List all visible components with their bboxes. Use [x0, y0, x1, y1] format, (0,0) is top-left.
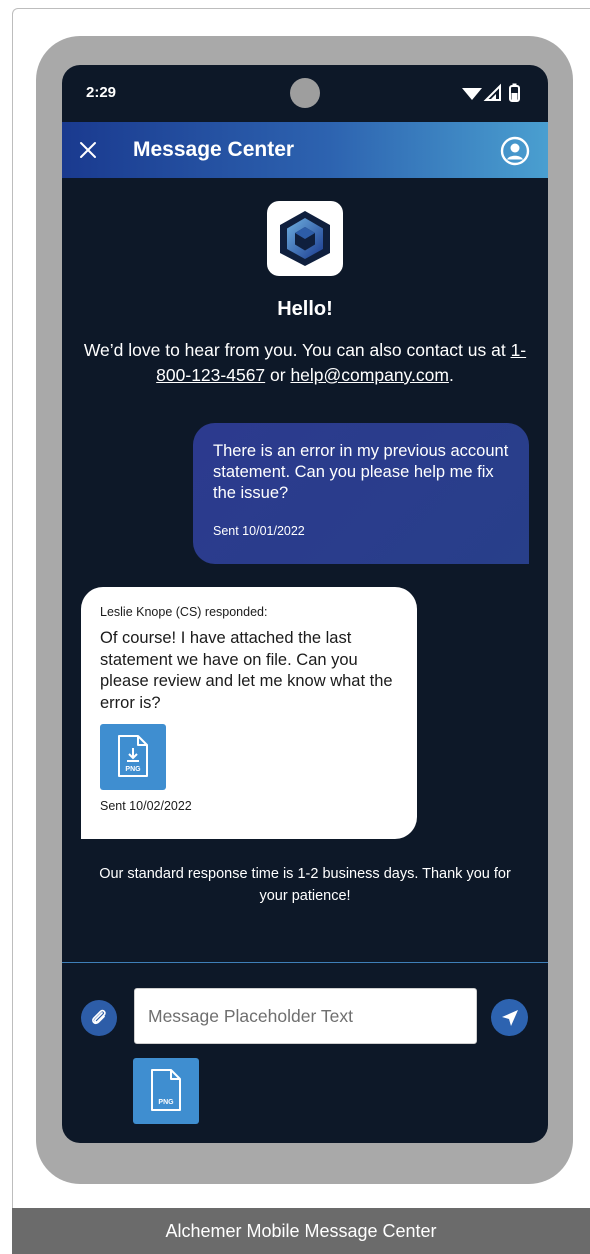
response-time-note: Our standard response time is 1-2 busine…: [99, 866, 511, 904]
welcome-title: Hello!: [277, 298, 333, 320]
intro-suffix: .: [448, 365, 454, 385]
png-download-icon: PNG: [118, 735, 148, 777]
outgoing-message-bubble: There is an error in my previous account…: [193, 423, 529, 564]
png-attachment[interactable]: PNG: [100, 724, 166, 790]
pending-png-attachment[interactable]: PNG: [133, 1058, 199, 1124]
hexagon-logo-icon: [280, 211, 330, 266]
phone-screen: 2:29 Message Center Hello! We’d love to …: [62, 65, 548, 1143]
close-icon[interactable]: [78, 137, 98, 161]
signal-icon: [483, 83, 501, 101]
outgoing-message-timestamp: Sent 10/01/2022: [213, 524, 305, 538]
status-bar: 2:29: [62, 65, 548, 122]
battery-icon: [509, 83, 520, 102]
intro-prefix: We’d love to hear from you. You can also…: [83, 340, 511, 360]
incoming-message-bubble: Leslie Knope (CS) responded: Of course! …: [81, 587, 417, 839]
status-icons: [462, 83, 520, 102]
camera-cutout: [290, 78, 320, 108]
outgoing-message-text: There is an error in my previous account…: [213, 442, 509, 502]
png-file-icon: PNG: [151, 1069, 181, 1111]
send-icon: [502, 1010, 518, 1026]
pending-attachment-type-label: PNG: [158, 1099, 174, 1106]
wifi-icon: [462, 88, 482, 100]
attach-button[interactable]: [81, 1000, 117, 1036]
send-button[interactable]: [491, 999, 528, 1036]
welcome-intro: We’d love to hear from you. You can also…: [82, 338, 528, 388]
paperclip-icon: [92, 1009, 106, 1025]
app-header: Message Center: [62, 122, 548, 178]
header-title: Message Center: [133, 138, 295, 161]
email-link[interactable]: help@company.com: [290, 365, 448, 385]
company-logo: [267, 201, 343, 276]
profile-icon[interactable]: [500, 136, 530, 166]
incoming-message-text: Of course! I have attached the last stat…: [100, 629, 393, 712]
status-time: 2:29: [86, 84, 117, 101]
message-author: Leslie Knope (CS) responded:: [100, 605, 268, 619]
incoming-message-timestamp: Sent 10/02/2022: [100, 799, 192, 813]
message-input[interactable]: [134, 988, 477, 1044]
composer-divider: [62, 962, 548, 963]
attachment-type-label: PNG: [125, 766, 141, 773]
intro-middle: or: [265, 365, 291, 385]
image-caption: Alchemer Mobile Message Center: [12, 1208, 590, 1254]
